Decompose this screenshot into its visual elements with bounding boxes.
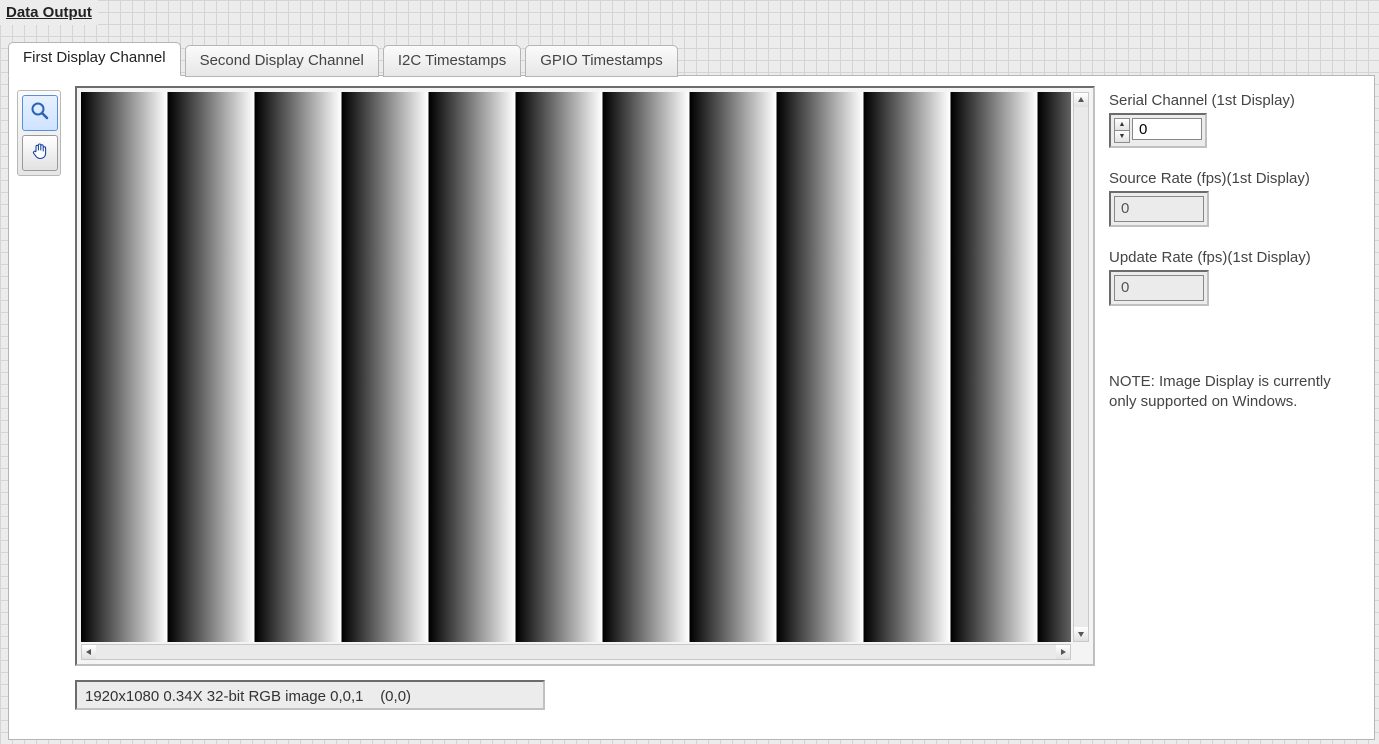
tab-gpio-timestamps[interactable]: GPIO Timestamps <box>525 45 678 77</box>
tab-label: Second Display Channel <box>200 52 364 69</box>
serial-channel-control: ▲ ▼ <box>1109 113 1207 148</box>
tab-label: I2C Timestamps <box>398 52 506 69</box>
image-info-readout: 1920x1080 0.34X 32-bit RGB image 0,0,1 (… <box>75 680 545 710</box>
serial-channel-spinner: ▲ ▼ <box>1114 118 1130 143</box>
image-display-frame <box>75 86 1095 666</box>
chevron-down-icon: ▼ <box>1119 133 1126 140</box>
zoom-tool-button[interactable] <box>22 95 58 131</box>
vertical-scrollbar[interactable] <box>1073 92 1089 642</box>
serial-channel-decrement[interactable]: ▼ <box>1114 131 1130 143</box>
source-rate-label: Source Rate (fps)(1st Display) <box>1109 170 1359 187</box>
scroll-down-button[interactable] <box>1074 627 1088 641</box>
update-rate-label: Update Rate (fps)(1st Display) <box>1109 249 1359 266</box>
serial-channel-increment[interactable]: ▲ <box>1114 118 1130 131</box>
tab-first-display-channel[interactable]: First Display Channel <box>8 42 181 76</box>
source-rate-control: 0 <box>1109 191 1209 227</box>
zoom-icon <box>30 101 50 125</box>
display-properties: Serial Channel (1st Display) ▲ ▼ Source … <box>1109 90 1359 413</box>
image-tool-palette <box>17 90 61 176</box>
platform-note: NOTE: Image Display is currently only su… <box>1109 372 1359 413</box>
update-rate-value: 0 <box>1114 275 1204 301</box>
image-content <box>81 92 1071 642</box>
update-rate-control: 0 <box>1109 270 1209 306</box>
tab-label: GPIO Timestamps <box>540 52 663 69</box>
tab-strip: First Display Channel Second Display Cha… <box>8 42 1375 76</box>
chevron-up-icon: ▲ <box>1119 121 1126 128</box>
serial-channel-label: Serial Channel (1st Display) <box>1109 92 1359 109</box>
tab-second-display-channel[interactable]: Second Display Channel <box>185 45 379 77</box>
tab-i2c-timestamps[interactable]: I2C Timestamps <box>383 45 521 77</box>
image-display[interactable] <box>81 92 1071 642</box>
tab-label: First Display Channel <box>23 49 166 66</box>
hand-icon <box>30 141 50 165</box>
panel-title: Data Output <box>0 0 98 25</box>
serial-channel-input[interactable] <box>1132 118 1202 140</box>
horizontal-scrollbar[interactable] <box>81 644 1071 660</box>
pan-tool-button[interactable] <box>22 135 58 171</box>
scroll-left-button[interactable] <box>82 645 96 659</box>
scroll-right-button[interactable] <box>1056 645 1070 659</box>
scroll-up-button[interactable] <box>1074 93 1088 107</box>
tab-page-first-display: 1920x1080 0.34X 32-bit RGB image 0,0,1 (… <box>8 75 1375 740</box>
source-rate-value: 0 <box>1114 196 1204 222</box>
